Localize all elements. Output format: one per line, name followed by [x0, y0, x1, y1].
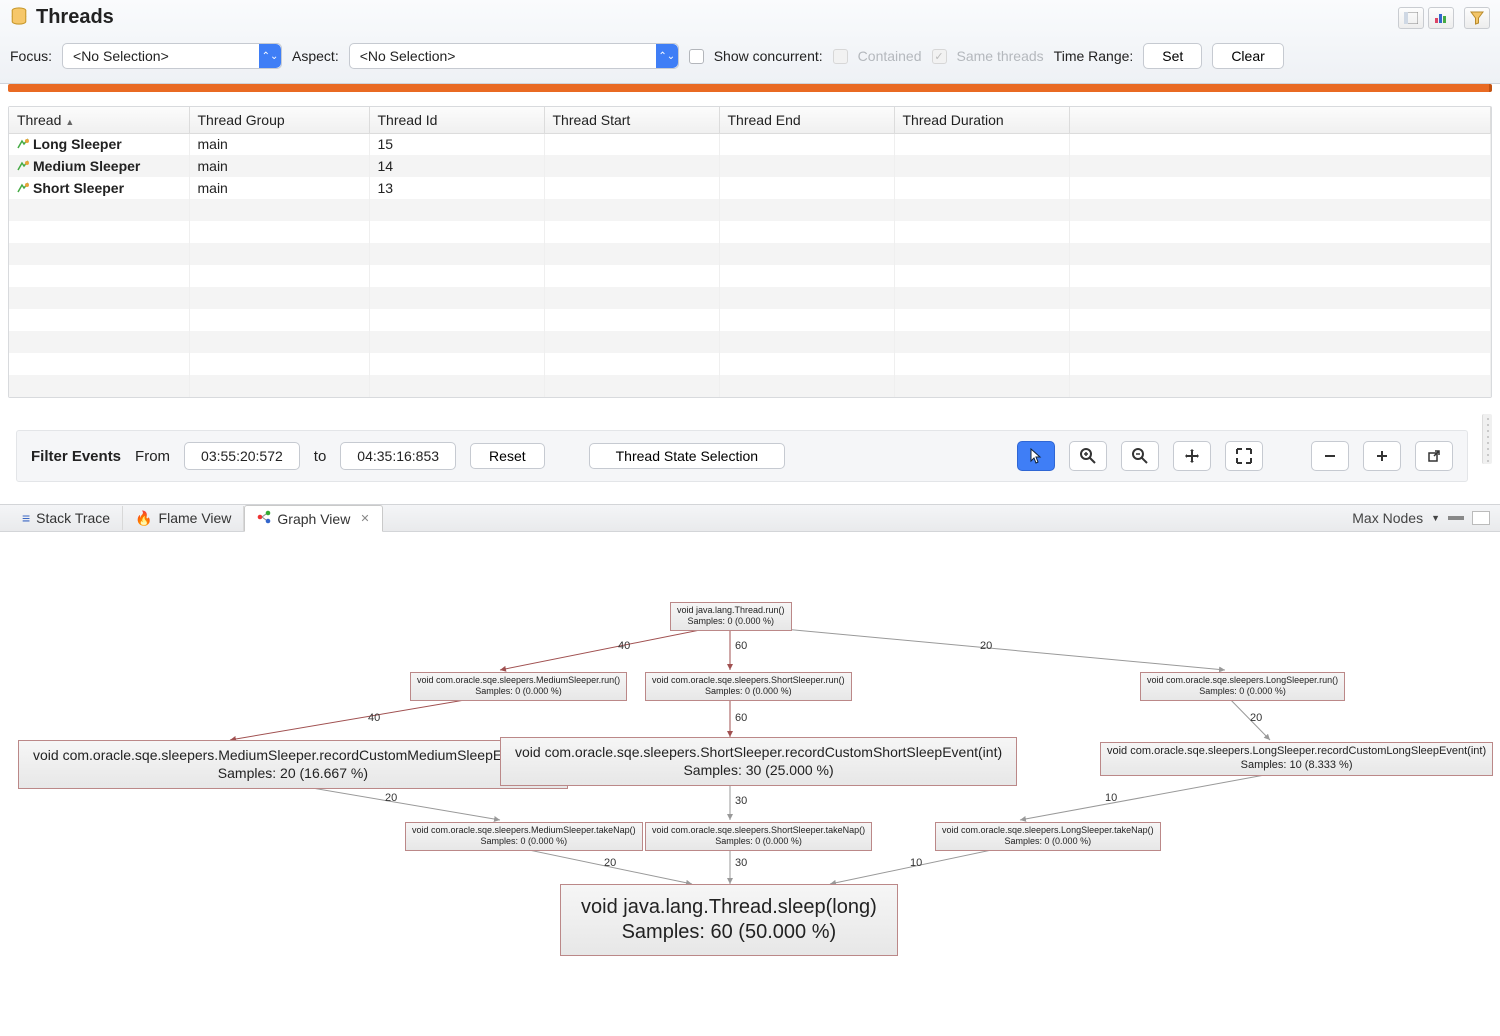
col-spacer [1069, 107, 1491, 133]
set-button[interactable]: Set [1143, 43, 1202, 69]
edge-label: 20 [604, 857, 616, 869]
table-row[interactable]: Short Sleepermain13 [9, 177, 1491, 199]
same-threads-label: Same threads [957, 48, 1044, 64]
zoom-in-tool-button[interactable] [1069, 441, 1107, 471]
maximize-view-button[interactable] [1472, 511, 1490, 525]
graph-icon [257, 510, 271, 527]
view-mode-chart-button[interactable] [1428, 7, 1454, 29]
max-nodes-label[interactable]: Max Nodes [1352, 510, 1423, 526]
col-thread[interactable]: Thread▲ [9, 107, 189, 133]
edge-label: 60 [735, 640, 747, 652]
graph-node-short-rec[interactable]: void com.oracle.sqe.sleepers.ShortSleepe… [500, 737, 1017, 786]
same-threads-checkbox: ✓ [932, 49, 947, 64]
pointer-tool-button[interactable] [1017, 441, 1055, 471]
edge-label: 40 [368, 712, 380, 724]
show-concurrent-label: Show concurrent: [714, 48, 823, 64]
from-label: From [135, 448, 170, 465]
table-row[interactable]: Long Sleepermain15 [9, 133, 1491, 155]
table-row-empty [9, 331, 1491, 353]
graph-node-long-nap[interactable]: void com.oracle.sqe.sleepers.LongSleeper… [935, 822, 1161, 851]
threads-table: Thread▲ Thread Group Thread Id Thread St… [9, 107, 1491, 397]
timeline-bar[interactable] [8, 84, 1492, 92]
clear-button[interactable]: Clear [1212, 43, 1283, 69]
col-thread-end[interactable]: Thread End [719, 107, 894, 133]
edge-label: 40 [618, 640, 630, 652]
graph-node-med-run[interactable]: void com.oracle.sqe.sleepers.MediumSleep… [410, 672, 627, 701]
edge-label: 10 [910, 857, 922, 869]
graph-node-long-run[interactable]: void com.oracle.sqe.sleepers.LongSleeper… [1140, 672, 1345, 701]
table-row[interactable]: Medium Sleepermain14 [9, 155, 1491, 177]
focus-value: <No Selection> [73, 48, 251, 64]
close-icon[interactable]: ✕ [360, 512, 369, 525]
vertical-splitter[interactable] [1482, 414, 1492, 464]
filter-events-label: Filter Events [31, 448, 121, 465]
fullscreen-tool-button[interactable] [1225, 441, 1263, 471]
aspect-combo[interactable]: <No Selection> ⌃⌄ [349, 43, 679, 69]
from-input[interactable]: 03:55:20:572 [184, 442, 300, 470]
to-label: to [314, 448, 327, 465]
graph-node-med-rec[interactable]: void com.oracle.sqe.sleepers.MediumSleep… [18, 740, 568, 789]
focus-combo[interactable]: <No Selection> ⌃⌄ [62, 43, 282, 69]
time-range-label: Time Range: [1054, 48, 1134, 64]
list-icon: ≡ [22, 510, 30, 526]
graph-node-med-nap[interactable]: void com.oracle.sqe.sleepers.MediumSleep… [405, 822, 643, 851]
table-row-empty [9, 199, 1491, 221]
popout-button[interactable] [1415, 441, 1453, 471]
focus-label: Focus: [10, 48, 52, 64]
tab-flame-view[interactable]: 🔥 Flame View [123, 506, 244, 531]
col-thread-group[interactable]: Thread Group [189, 107, 369, 133]
chevron-updown-icon: ⌃⌄ [656, 44, 678, 68]
to-input[interactable]: 04:35:16:853 [340, 442, 456, 470]
table-row-empty [9, 375, 1491, 397]
view-mode-panel-button[interactable] [1398, 7, 1424, 29]
plus-button[interactable] [1363, 441, 1401, 471]
table-row-empty [9, 221, 1491, 243]
col-thread-start[interactable]: Thread Start [544, 107, 719, 133]
edge-label: 20 [385, 792, 397, 804]
aspect-value: <No Selection> [360, 48, 648, 64]
aspect-label: Aspect: [292, 48, 339, 64]
call-graph[interactable]: void java.lang.Thread.run()Samples: 0 (0… [0, 532, 1500, 962]
edge-label: 10 [1105, 792, 1117, 804]
dropdown-caret-icon[interactable]: ▼ [1431, 513, 1440, 523]
sort-asc-icon: ▲ [65, 117, 74, 127]
contained-label: Contained [858, 48, 922, 64]
contained-checkbox [833, 49, 848, 64]
edge-label: 30 [735, 857, 747, 869]
page-title: Threads [36, 6, 114, 29]
graph-node-short-run[interactable]: void com.oracle.sqe.sleepers.ShortSleepe… [645, 672, 852, 701]
graph-node-sleep[interactable]: void java.lang.Thread.sleep(long)Samples… [560, 884, 898, 956]
zoom-out-tool-button[interactable] [1121, 441, 1159, 471]
thread-state-selection-button[interactable]: Thread State Selection [589, 443, 785, 469]
table-row-empty [9, 353, 1491, 375]
flame-icon: 🔥 [135, 510, 152, 527]
table-row-empty [9, 287, 1491, 309]
tab-stack-trace[interactable]: ≡ Stack Trace [10, 506, 123, 530]
table-row-empty [9, 309, 1491, 331]
show-concurrent-checkbox[interactable] [689, 49, 704, 64]
col-thread-duration[interactable]: Thread Duration [894, 107, 1069, 133]
pan-tool-button[interactable] [1173, 441, 1211, 471]
tab-graph-view[interactable]: Graph View ✕ [244, 505, 382, 532]
graph-node-short-nap[interactable]: void com.oracle.sqe.sleepers.ShortSleepe… [645, 822, 872, 851]
graph-node-root[interactable]: void java.lang.Thread.run()Samples: 0 (0… [670, 602, 792, 631]
reset-button[interactable]: Reset [470, 443, 545, 469]
edge-label: 60 [735, 712, 747, 724]
minus-button[interactable] [1311, 441, 1349, 471]
edge-label: 20 [1250, 712, 1262, 724]
edge-label: 20 [980, 640, 992, 652]
col-thread-id[interactable]: Thread Id [369, 107, 544, 133]
minimize-view-button[interactable] [1448, 516, 1464, 520]
threads-icon [10, 7, 28, 28]
graph-node-long-rec[interactable]: void com.oracle.sqe.sleepers.LongSleeper… [1100, 742, 1493, 776]
table-row-empty [9, 243, 1491, 265]
edge-label: 30 [735, 795, 747, 807]
filter-funnel-button[interactable] [1464, 7, 1490, 29]
table-row-empty [9, 265, 1491, 287]
chevron-updown-icon: ⌃⌄ [259, 44, 281, 68]
